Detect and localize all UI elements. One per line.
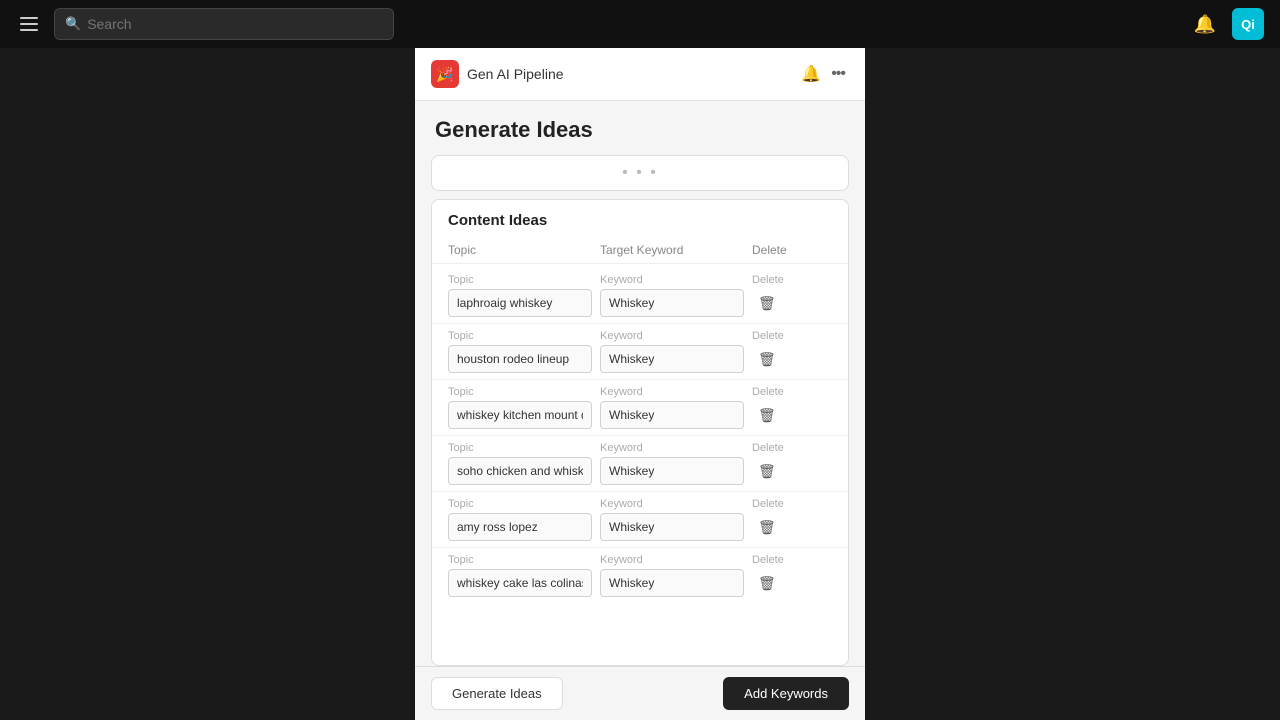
- table-row: Topic Keyword Delete 🗑: [432, 548, 848, 603]
- topic-label: Topic: [448, 554, 592, 566]
- col-header-topic: Topic: [448, 243, 600, 257]
- panel-bell-button[interactable]: 🔔: [795, 62, 827, 86]
- topic-label: Topic: [448, 330, 592, 342]
- rows-area: Topic Keyword Delete 🗑 Topic Keyword Del: [432, 264, 848, 665]
- delete-button[interactable]: 🗑: [752, 345, 782, 373]
- delete-cell: Delete 🗑: [752, 498, 832, 541]
- topic-input[interactable]: [448, 401, 592, 429]
- delete-button[interactable]: 🗑: [752, 401, 782, 429]
- keyword-cell: Keyword: [600, 330, 752, 373]
- top-nav: 🔍 🔔 Qi: [0, 0, 1280, 48]
- generate-ideas-button[interactable]: Generate Ideas: [431, 677, 563, 710]
- content-ideas-header: Content Ideas: [432, 200, 848, 237]
- delete-cell: Delete 🗑: [752, 554, 832, 597]
- topic-cell: Topic: [448, 498, 600, 541]
- panel-header: 🎉 Gen AI Pipeline 🔔 •••: [415, 48, 865, 101]
- keyword-input[interactable]: [600, 345, 744, 373]
- delete-button[interactable]: 🗑: [752, 513, 782, 541]
- search-icon: 🔍: [65, 16, 81, 32]
- table-row: Topic Keyword Delete 🗑: [432, 436, 848, 492]
- delete-label: Delete: [752, 442, 784, 454]
- main-content: 🎉 Gen AI Pipeline 🔔 ••• Generate Ideas •…: [0, 48, 1280, 720]
- keyword-label: Keyword: [600, 330, 744, 342]
- keyword-cell: Keyword: [600, 498, 752, 541]
- content-ideas-card: Content Ideas Topic Target Keyword Delet…: [431, 199, 849, 666]
- table-header: Topic Target Keyword Delete: [432, 237, 848, 264]
- table-row: Topic Keyword Delete 🗑: [432, 492, 848, 548]
- topic-input[interactable]: [448, 289, 592, 317]
- page-title: Generate Ideas: [415, 101, 865, 155]
- keyword-cell: Keyword: [600, 442, 752, 485]
- keyword-label: Keyword: [600, 274, 744, 286]
- topic-cell: Topic: [448, 554, 600, 597]
- table-row: Topic Keyword Delete 🗑: [432, 268, 848, 324]
- delete-label: Delete: [752, 274, 784, 286]
- collapsed-section: • • •: [431, 155, 849, 191]
- keyword-input[interactable]: [600, 569, 744, 597]
- topic-cell: Topic: [448, 274, 600, 317]
- panel-title: Gen AI Pipeline: [467, 66, 795, 82]
- app-container: 🔍 🔔 Qi 🎉 Gen AI Pipeline 🔔 ••• Generate …: [0, 0, 1280, 720]
- delete-cell: Delete 🗑: [752, 330, 832, 373]
- panel: 🎉 Gen AI Pipeline 🔔 ••• Generate Ideas •…: [415, 48, 865, 720]
- table-row: Topic Keyword Delete 🗑: [432, 324, 848, 380]
- keyword-label: Keyword: [600, 442, 744, 454]
- app-logo: 🎉: [431, 60, 459, 88]
- topic-input[interactable]: [448, 513, 592, 541]
- delete-cell: Delete 🗑: [752, 274, 832, 317]
- delete-button[interactable]: 🗑: [752, 569, 782, 597]
- delete-button[interactable]: 🗑: [752, 457, 782, 485]
- delete-label: Delete: [752, 386, 784, 398]
- keyword-label: Keyword: [600, 554, 744, 566]
- keyword-input[interactable]: [600, 513, 744, 541]
- topic-input[interactable]: [448, 345, 592, 373]
- delete-button[interactable]: 🗑: [752, 289, 782, 317]
- delete-cell: Delete 🗑: [752, 442, 832, 485]
- search-input[interactable]: [87, 16, 383, 32]
- keyword-cell: Keyword: [600, 554, 752, 597]
- avatar: Qi: [1232, 8, 1264, 40]
- topic-label: Topic: [448, 386, 592, 398]
- delete-label: Delete: [752, 554, 784, 566]
- add-keywords-button[interactable]: Add Keywords: [723, 677, 849, 710]
- topic-input[interactable]: [448, 569, 592, 597]
- col-header-delete: Delete: [752, 243, 832, 257]
- notification-bell-button[interactable]: 🔔: [1190, 10, 1220, 39]
- topic-cell: Topic: [448, 442, 600, 485]
- keyword-input[interactable]: [600, 401, 744, 429]
- delete-label: Delete: [752, 498, 784, 510]
- topic-label: Topic: [448, 274, 592, 286]
- delete-label: Delete: [752, 330, 784, 342]
- keyword-input[interactable]: [600, 289, 744, 317]
- topic-input[interactable]: [448, 457, 592, 485]
- col-header-keyword: Target Keyword: [600, 243, 752, 257]
- topic-label: Topic: [448, 498, 592, 510]
- keyword-cell: Keyword: [600, 274, 752, 317]
- hamburger-button[interactable]: [16, 13, 42, 35]
- keyword-label: Keyword: [600, 386, 744, 398]
- delete-cell: Delete 🗑: [752, 386, 832, 429]
- collapsed-indicator: • • •: [622, 164, 658, 182]
- action-bar: Generate Ideas Add Keywords: [415, 666, 865, 720]
- keyword-cell: Keyword: [600, 386, 752, 429]
- topic-cell: Topic: [448, 386, 600, 429]
- keyword-input[interactable]: [600, 457, 744, 485]
- topic-label: Topic: [448, 442, 592, 454]
- search-bar: 🔍: [54, 8, 394, 40]
- table-row: Topic Keyword Delete 🗑: [432, 380, 848, 436]
- topic-cell: Topic: [448, 330, 600, 373]
- keyword-label: Keyword: [600, 498, 744, 510]
- panel-menu-button[interactable]: •••: [827, 63, 849, 85]
